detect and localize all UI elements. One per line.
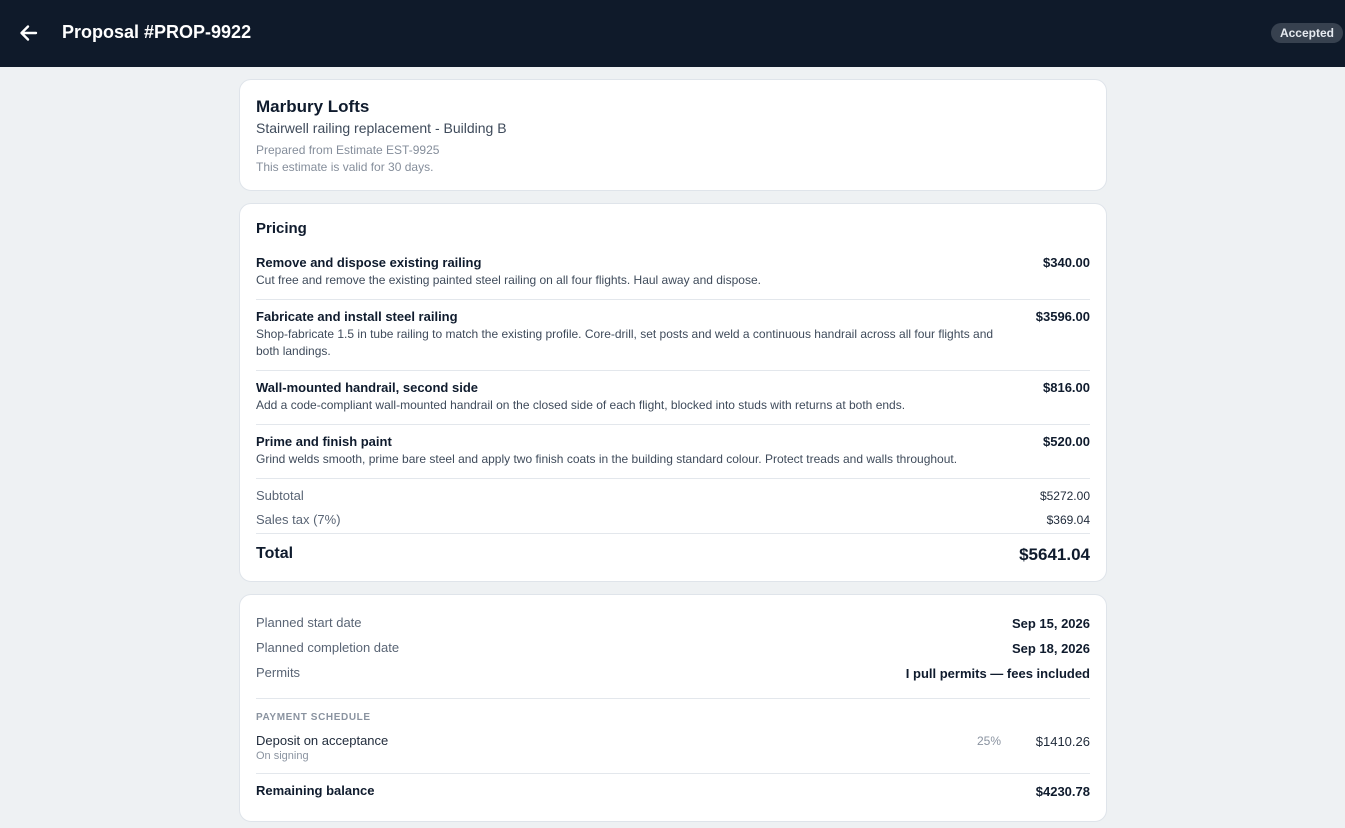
start-date-label: Planned start date xyxy=(256,615,362,630)
completion-date-value: Sep 18, 2026 xyxy=(1011,641,1090,656)
divider xyxy=(256,698,1090,699)
validity-note: This estimate is valid for 30 days. xyxy=(256,160,434,174)
line-item-name: Remove and dispose existing railing xyxy=(256,255,482,270)
total-value: $5641.04 xyxy=(1019,545,1090,564)
line-item-description: Cut free and remove the existing painted… xyxy=(256,273,761,287)
subtotal-value: $5272.00 xyxy=(1039,489,1090,503)
remaining-balance-value: $4230.78 xyxy=(1035,784,1090,799)
deposit-percent: 25% xyxy=(976,734,1001,748)
start-date-value: Sep 15, 2026 xyxy=(1011,616,1090,631)
line-item-description: Grind welds smooth, prime bare steel and… xyxy=(256,452,958,466)
arrow-left-icon xyxy=(18,22,40,44)
divider xyxy=(256,370,1090,371)
permits-label: Permits xyxy=(256,665,301,680)
deposit-timing: On signing xyxy=(256,750,309,762)
tax-label: Sales tax (7%) xyxy=(256,512,341,527)
project-name: Stairwell railing replacement - Building… xyxy=(256,120,507,136)
line-item-price: $816.00 xyxy=(1043,380,1090,395)
line-item-price: $340.00 xyxy=(1043,255,1090,270)
deposit-amount: $1410.26 xyxy=(1035,734,1090,749)
divider xyxy=(256,478,1090,479)
subtotal-label: Subtotal xyxy=(256,488,304,503)
permits-value: I pull permits — fees included xyxy=(905,666,1090,681)
line-item-description: Shop-fabricate 1.5 in tube railing to ma… xyxy=(256,327,994,358)
overview-card: Marbury Lofts Stairwell railing replacem… xyxy=(239,79,1107,191)
payment-schedule-title: PAYMENT SCHEDULE xyxy=(256,712,371,723)
divider xyxy=(256,773,1090,774)
line-item-price: $520.00 xyxy=(1043,434,1090,449)
pricing-title: Pricing xyxy=(256,220,307,237)
total-label: Total xyxy=(256,545,294,562)
line-item-name: Fabricate and install steel railing xyxy=(256,309,458,324)
schedule-card: Planned start date Sep 15, 2026 Planned … xyxy=(239,594,1107,822)
line-item-price: $3596.00 xyxy=(1035,309,1090,324)
pricing-card: Pricing Remove and dispose existing rail… xyxy=(239,203,1107,582)
back-button[interactable] xyxy=(18,22,40,44)
remaining-balance-label: Remaining balance xyxy=(256,783,375,798)
line-item-name: Wall-mounted handrail, second side xyxy=(256,380,478,395)
line-item-description: Add a code-compliant wall-mounted handra… xyxy=(256,398,906,412)
deposit-label: Deposit on acceptance xyxy=(256,733,389,748)
divider xyxy=(256,424,1090,425)
tax-value: $369.04 xyxy=(1046,513,1090,527)
divider xyxy=(256,533,1090,534)
estimate-source: Prepared from Estimate EST-9925 xyxy=(256,143,440,157)
line-item-name: Prime and finish paint xyxy=(256,434,392,449)
status-badge: Accepted xyxy=(1270,23,1343,43)
completion-date-label: Planned completion date xyxy=(256,640,400,655)
client-name: Marbury Lofts xyxy=(256,97,370,116)
divider xyxy=(256,299,1090,300)
top-bar: Proposal #PROP-9922 Accepted xyxy=(0,0,1345,67)
page-title: Proposal #PROP-9922 xyxy=(62,22,252,42)
